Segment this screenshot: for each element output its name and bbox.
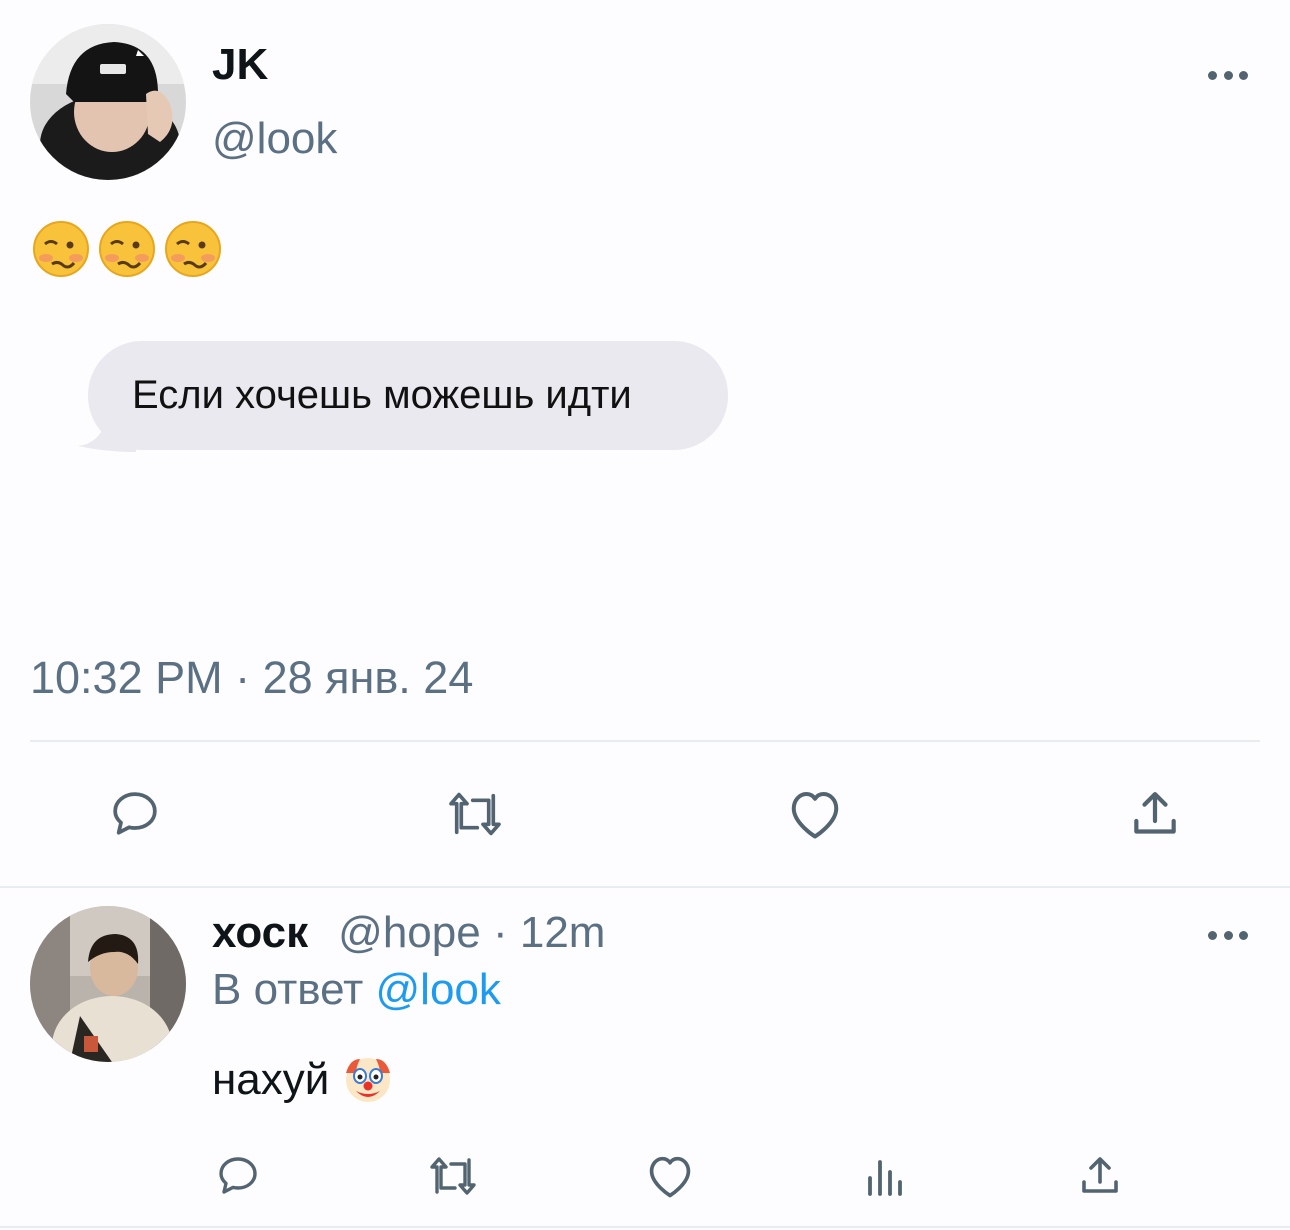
views-icon [868, 1160, 902, 1196]
replying-to-link[interactable]: @look [376, 965, 501, 1014]
replying-to-prefix: В ответ [212, 965, 376, 1014]
divider [0, 1226, 1290, 1228]
retweet-icon [430, 1157, 476, 1195]
reply-text: нахуй [212, 1055, 330, 1104]
reply-header: хоск @hope · 12m [212, 908, 605, 958]
reply-time[interactable]: 12m [520, 908, 606, 958]
divider [0, 886, 1290, 888]
reply-like-button[interactable] [640, 1148, 700, 1204]
share-icon [1082, 1157, 1118, 1193]
reply-separator: · [480, 908, 520, 957]
author-name[interactable]: JK [212, 40, 268, 90]
more-options-icon[interactable] [1208, 69, 1248, 81]
clown-face-icon [346, 1058, 391, 1102]
retweet-button[interactable] [440, 782, 510, 846]
replying-to: В ответ @look [212, 965, 501, 1015]
reply-icon [219, 1157, 257, 1194]
woozy-face-icon [165, 221, 221, 277]
share-button[interactable] [1120, 782, 1190, 846]
divider [30, 740, 1260, 742]
message-bubble-text: Если хочешь можешь идти [132, 373, 632, 417]
reply-author-handle[interactable]: @hope [338, 908, 481, 958]
message-bubble: Если хочешь можешь идти [88, 341, 728, 450]
reply-reply-button[interactable] [208, 1148, 268, 1204]
tweet-timestamp[interactable]: 10:32 PM · 28 янв. 24 [30, 652, 473, 704]
reply-author-avatar[interactable] [30, 906, 186, 1062]
like-button[interactable] [780, 782, 850, 846]
reply-more-options-icon[interactable] [1208, 929, 1248, 941]
reply-author-name[interactable]: хоск [212, 908, 308, 958]
reply-icon [113, 792, 157, 835]
reply-share-button[interactable] [1070, 1148, 1130, 1204]
author-handle[interactable]: @look [212, 114, 337, 164]
reply-button[interactable] [100, 782, 170, 846]
reply-views-button[interactable] [856, 1148, 916, 1204]
retweet-icon [449, 792, 501, 836]
author-avatar[interactable] [30, 24, 186, 180]
reply-body: нахуй [212, 1055, 393, 1105]
woozy-face-icon [99, 221, 155, 277]
reply-retweet-button[interactable] [422, 1148, 484, 1204]
woozy-face-icon [33, 221, 89, 277]
like-icon [791, 792, 839, 839]
like-icon [649, 1156, 691, 1198]
share-icon [1134, 792, 1176, 834]
